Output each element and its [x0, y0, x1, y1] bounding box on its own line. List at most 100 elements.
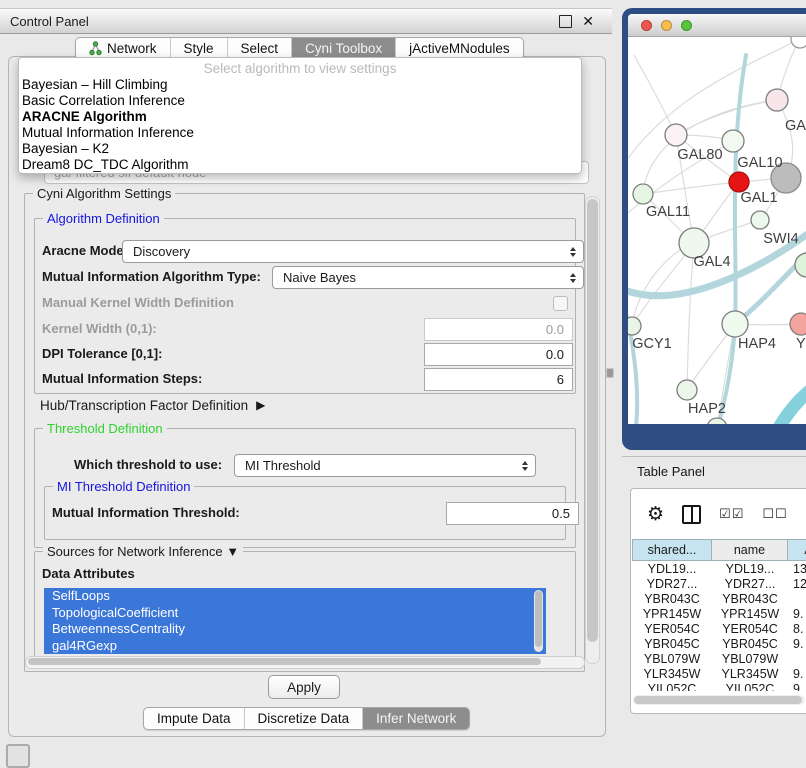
network-node[interactable] [751, 211, 769, 229]
cyni-mode-tabs: Impute Data Discretize Data Infer Networ… [143, 707, 470, 730]
settings-vertical-scrollbar[interactable] [585, 196, 600, 664]
algorithm-option[interactable]: Basic Correlation Inference [19, 93, 581, 109]
mi-algorithm-type-combo[interactable]: Naive Bayes [272, 266, 584, 289]
mi-threshold-field[interactable]: 0.5 [446, 502, 579, 525]
manual-kernel-checkbox[interactable] [553, 296, 568, 311]
network-edge[interactable] [634, 55, 676, 135]
columns-icon[interactable] [682, 505, 701, 524]
hub-definition-expander[interactable]: Hub/Transcription Factor Definition ▶ [40, 396, 265, 414]
network-edge[interactable] [643, 182, 739, 194]
select-all-checkboxes-icon[interactable]: ☑☑ [719, 506, 744, 522]
mac-zoom-button[interactable] [681, 20, 692, 31]
gear-icon[interactable]: ⚙ [647, 505, 664, 524]
tab-jactivemnodules[interactable]: jActiveMNodules [395, 38, 523, 59]
cyni-algorithm-settings-title: Cyni Algorithm Settings [33, 186, 175, 201]
sources-title[interactable]: Sources for Network Inference ▼ [43, 544, 243, 559]
network-node[interactable] [790, 313, 806, 335]
deselect-all-checkboxes-icon[interactable]: ☐☐ [762, 506, 787, 522]
attribute-item[interactable]: BetweennessCentrality [44, 621, 546, 638]
control-panel-titlebar: Control Panel ✕ [0, 8, 612, 34]
apply-button[interactable]: Apply [268, 675, 340, 699]
tab-style[interactable]: Style [170, 38, 227, 59]
table-column-header[interactable]: shared... [632, 539, 712, 561]
network-canvas[interactable]: GALGAL80GAL10GAL1GAL11SWI4GAL4GCY1HAP4YH… [628, 37, 806, 425]
attribute-item[interactable]: gal4RGexp [44, 638, 546, 655]
table-horizontal-scrollbar[interactable] [633, 695, 805, 705]
network-node[interactable] [665, 124, 687, 146]
algorithm-option[interactable]: Dream8 DC_TDC Algorithm [19, 157, 581, 173]
network-edge[interactable] [676, 100, 777, 135]
network-node[interactable] [633, 184, 653, 204]
tab-cyni-toolbox[interactable]: Cyni Toolbox [291, 38, 395, 59]
network-node-label: HAP2 [688, 401, 726, 417]
aracne-mode-combo[interactable]: Discovery [122, 240, 584, 263]
tab-infer-network[interactable]: Infer Network [362, 708, 469, 729]
table-cell: YLR345W [712, 666, 788, 681]
which-threshold-combo[interactable]: MI Threshold [234, 454, 536, 477]
table-header-row: shared...nameA [632, 539, 806, 561]
table-row[interactable]: YPR145WYPR145W9. [632, 606, 806, 621]
table-cell: YBR045C [712, 636, 788, 651]
network-node[interactable] [795, 253, 806, 277]
tab-discretize-data[interactable]: Discretize Data [244, 708, 363, 729]
table-row[interactable]: YDL19...YDL19...13 [632, 561, 806, 576]
network-node[interactable] [791, 37, 806, 48]
attributes-list-scrollbar[interactable] [534, 590, 543, 652]
network-node[interactable] [766, 89, 788, 111]
hub-definition-label: Hub/Transcription Factor Definition [40, 398, 248, 413]
table-cell: YBR043C [632, 591, 712, 606]
tab-impute-data[interactable]: Impute Data [144, 708, 244, 729]
mac-close-button[interactable] [641, 20, 652, 31]
table-column-header[interactable]: A [788, 539, 806, 561]
mac-minimize-button[interactable] [661, 20, 672, 31]
table-row[interactable]: YBR043CYBR043C [632, 591, 806, 606]
table-toolbar: ⚙ ☑☑ ☐☐ [631, 489, 806, 539]
algorithm-option[interactable]: Mutual Information Inference [19, 125, 581, 141]
algorithm-definition-title: Algorithm Definition [43, 211, 164, 226]
algorithm-option[interactable]: ARACNE Algorithm [19, 109, 581, 125]
algorithm-option[interactable]: Bayesian – Hill Climbing [19, 77, 581, 93]
network-node-label: GAL11 [646, 204, 690, 220]
minimized-panel-icon[interactable] [6, 744, 30, 768]
network-node[interactable] [707, 418, 727, 425]
mi-steps-field[interactable]: 6 [424, 368, 573, 391]
table-row[interactable]: YDR27...YDR27...12 [632, 576, 806, 591]
attribute-item[interactable]: SelfLoops [44, 588, 546, 605]
network-node-label: GAL [785, 118, 806, 134]
pane-splitter-handle[interactable] [606, 368, 614, 378]
close-icon[interactable]: ✕ [582, 14, 594, 28]
network-node[interactable] [722, 311, 748, 337]
table-row[interactable]: YBR045CYBR045C9. [632, 636, 806, 651]
network-view-window[interactable]: GALGAL80GAL10GAL1GAL11SWI4GAL4GCY1HAP4YH… [622, 8, 806, 450]
dpi-tolerance-field[interactable]: 0.0 [424, 343, 573, 366]
stepper-icon [570, 247, 576, 257]
table-row[interactable]: YER054CYER054C8. [632, 621, 806, 636]
settings-horizontal-scrollbar[interactable] [25, 656, 585, 669]
threshold-definition-title: Threshold Definition [43, 421, 167, 436]
algorithm-option[interactable]: Bayesian – K2 [19, 141, 581, 157]
table-cell: YDR27... [632, 576, 712, 591]
kernel-width-field[interactable]: 0.0 [424, 318, 573, 341]
network-edge[interactable] [735, 237, 806, 324]
tab-select[interactable]: Select [227, 38, 292, 59]
network-node[interactable] [677, 380, 697, 400]
network-graph[interactable]: GALGAL80GAL10GAL1GAL11SWI4GAL4GCY1HAP4YH… [628, 37, 806, 425]
network-tree-icon [89, 41, 102, 56]
network-node[interactable] [729, 172, 749, 192]
network-node[interactable] [628, 317, 641, 335]
table-row[interactable]: YLR345WYLR345W9. [632, 666, 806, 681]
tab-network[interactable]: Network [76, 38, 170, 59]
kernel-width-label: Kernel Width (0,1): [42, 318, 157, 339]
table-panel-title: Table Panel [637, 464, 705, 479]
attribute-item[interactable]: TopologicalCoefficient [44, 605, 546, 622]
network-edge[interactable] [778, 380, 806, 425]
data-attributes-list[interactable]: SelfLoopsTopologicalCoefficientBetweenne… [44, 588, 546, 654]
table-row[interactable]: YIL052CYIL052C9. [632, 681, 806, 691]
network-node-label: Y [796, 336, 806, 352]
float-window-icon[interactable] [559, 15, 572, 28]
table-column-header[interactable]: name [712, 539, 788, 561]
network-window-titlebar[interactable] [628, 14, 806, 37]
table-row[interactable]: YBL079WYBL079W [632, 651, 806, 666]
table-cell: YDL19... [632, 561, 712, 576]
network-node[interactable] [722, 130, 744, 152]
